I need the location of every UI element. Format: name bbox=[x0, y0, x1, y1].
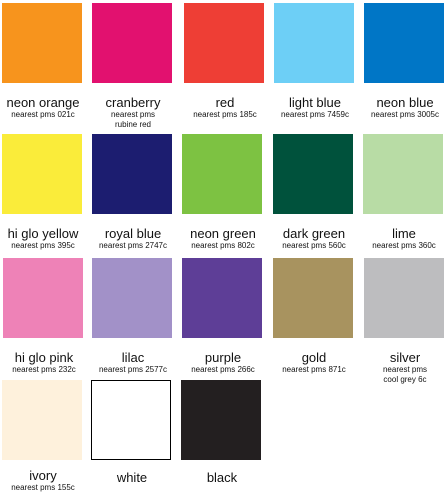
pms-reference: nearest pms bbox=[382, 365, 428, 374]
color-name: neon orange bbox=[6, 95, 80, 110]
color-swatch bbox=[2, 134, 82, 214]
color-name: hi glo pink bbox=[14, 350, 74, 365]
swatch-card-ivory: ivory nearest pms 155c bbox=[2, 380, 84, 493]
color-swatch bbox=[364, 258, 444, 338]
pms-reference: nearest pms 871c bbox=[282, 365, 346, 374]
swatch-card-dark-green: dark green nearest pms 560c bbox=[273, 134, 355, 251]
swatch-card-hi-glo-pink: hi glo pink nearest pms 232c bbox=[3, 258, 85, 375]
color-swatch bbox=[92, 258, 172, 338]
swatch-card-neon-green: neon green nearest pms 802c bbox=[182, 134, 264, 251]
color-name: dark green bbox=[282, 226, 346, 241]
color-swatch bbox=[3, 258, 83, 338]
pms-reference: nearest pms 3005c bbox=[370, 110, 440, 119]
color-name: gold bbox=[301, 350, 327, 365]
color-name: purple bbox=[204, 350, 242, 365]
pms-reference: nearest pms 266c bbox=[191, 365, 255, 374]
color-name: black bbox=[206, 470, 238, 485]
color-name: silver bbox=[389, 350, 421, 365]
pms-reference: nearest pms 232c bbox=[12, 365, 76, 374]
color-name: ivory bbox=[29, 468, 57, 483]
color-swatch bbox=[92, 3, 172, 83]
color-name: red bbox=[215, 95, 235, 110]
pms-reference: nearest pms 2577c bbox=[98, 365, 168, 374]
color-swatch bbox=[184, 3, 264, 83]
pms-reference: nearest pms 021c bbox=[11, 110, 75, 119]
swatch-card-purple: purple nearest pms 266c bbox=[182, 258, 264, 375]
pms-reference: nearest pms 360c bbox=[372, 241, 436, 250]
color-swatch bbox=[182, 258, 262, 338]
color-name: neon blue bbox=[376, 95, 434, 110]
color-swatch bbox=[363, 134, 443, 214]
swatch-card-light-blue: light blue nearest pms 7459c bbox=[274, 3, 356, 120]
swatch-card-neon-blue: neon blue nearest pms 3005c bbox=[364, 3, 446, 120]
color-swatch bbox=[2, 380, 82, 460]
swatch-card-red: red nearest pms 185c bbox=[184, 3, 266, 120]
color-swatch bbox=[273, 134, 353, 214]
color-swatch bbox=[92, 134, 172, 214]
color-name: light blue bbox=[288, 95, 342, 110]
pms-reference: nearest pms 560c bbox=[282, 241, 346, 250]
swatch-card-gold: gold nearest pms 871c bbox=[273, 258, 355, 375]
pms-reference: nearest pms 395c bbox=[11, 241, 75, 250]
swatch-card-silver: silver nearest pms cool grey 6c bbox=[364, 258, 446, 385]
color-swatch bbox=[273, 258, 353, 338]
swatch-card-lime: lime nearest pms 360c bbox=[363, 134, 445, 251]
color-name: lime bbox=[392, 226, 416, 241]
pms-reference: nearest pms bbox=[110, 110, 156, 119]
color-name: neon green bbox=[190, 226, 256, 241]
swatch-card-hi-glo-yellow: hi glo yellow nearest pms 395c bbox=[2, 134, 84, 251]
pms-reference: nearest pms 802c bbox=[191, 241, 255, 250]
color-swatch bbox=[364, 3, 444, 83]
color-swatch bbox=[182, 134, 262, 214]
swatch-card-royal-blue: royal blue nearest pms 2747c bbox=[92, 134, 174, 251]
swatch-card-cranberry: cranberry nearest pms rubine red bbox=[92, 3, 174, 130]
color-name: lilac bbox=[121, 350, 145, 365]
pms-reference: nearest pms 155c bbox=[11, 483, 75, 492]
color-name: royal blue bbox=[104, 226, 162, 241]
swatch-card-black: black bbox=[181, 380, 263, 485]
pms-reference-line2: cool grey 6c bbox=[383, 375, 427, 384]
color-name: hi glo yellow bbox=[7, 226, 79, 241]
pms-reference: nearest pms 185c bbox=[193, 110, 257, 119]
color-name: cranberry bbox=[105, 95, 161, 110]
swatch-card-neon-orange: neon orange nearest pms 021c bbox=[2, 3, 84, 120]
color-swatch bbox=[274, 3, 354, 83]
swatch-card-white: white bbox=[91, 380, 173, 485]
color-swatch bbox=[181, 380, 261, 460]
pms-reference: nearest pms 7459c bbox=[280, 110, 350, 119]
pms-reference-line2: rubine red bbox=[114, 120, 152, 129]
color-name: white bbox=[116, 470, 148, 485]
pms-reference: nearest pms 2747c bbox=[98, 241, 168, 250]
swatch-card-lilac: lilac nearest pms 2577c bbox=[92, 258, 174, 375]
color-swatch bbox=[91, 380, 171, 460]
color-swatch bbox=[2, 3, 82, 83]
